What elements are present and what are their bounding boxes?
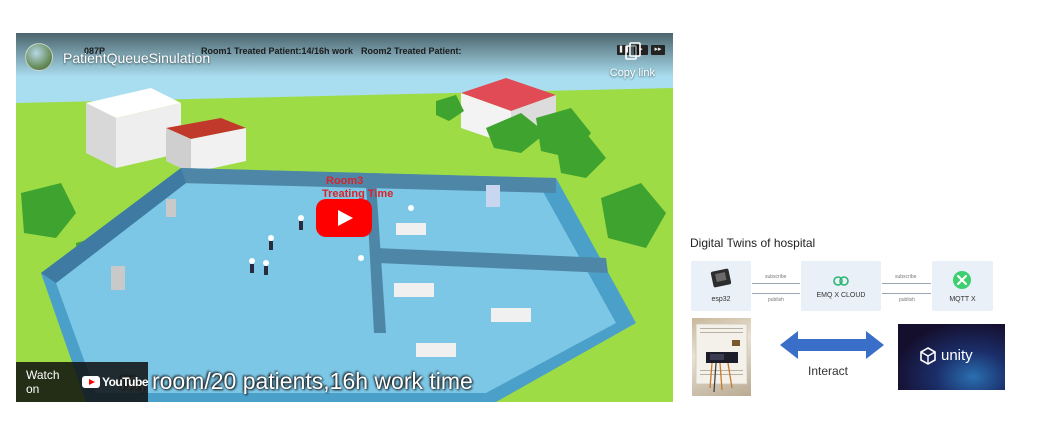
video-caption: m, room/20 patients,16h work time [120,368,473,394]
mqttx-label: MQTT X [949,296,976,303]
subscribe-left-line [752,283,800,284]
scene-room-label: Room3 [326,175,364,187]
youtube-play-icon [81,376,100,388]
play-button[interactable] [316,199,372,237]
esp32-box: esp32 [691,261,751,311]
youtube-video-embed[interactable]: 087P Room1 Treated Patient:14/16h work R… [16,33,673,402]
unity-logo-image: unity [898,324,1005,390]
mqttx-logo-icon [953,271,971,289]
mqttx-box: MQTT X [932,261,993,311]
youtube-label: YouTube [101,375,149,389]
copy-link-icon[interactable] [625,42,641,60]
diagram-title: Digital Twins of hospital [690,236,816,250]
watch-on-label: Watch on [26,368,60,396]
fast-forward-icon: ▸▸ [651,45,665,55]
unity-cube-icon [920,347,936,365]
interact-label: Interact [808,364,849,378]
subscribe-right-label: subscribe [895,274,917,280]
hardware-photo [692,318,751,396]
youtube-logo: YouTube [81,375,149,389]
breadboard-image [695,323,748,393]
emq-logo-icon [833,276,849,286]
watch-on-youtube-button[interactable]: Watch on YouTube [16,362,149,402]
emq-cloud-label: EMQ X CLOUD [816,292,866,299]
video-title[interactable]: PatientQueueSinulation [63,50,210,66]
subscribe-left-label: subscribe [765,274,787,280]
interact-double-arrow-icon [780,331,884,359]
esp32-label: esp32 [711,296,731,303]
emq-cloud-box: EMQ X CLOUD [801,261,881,311]
copy-link-label[interactable]: Copy link [610,67,655,79]
publish-left-label: publish [768,297,784,303]
esp32-chip-icon [710,268,732,288]
publish-right-label: publish [899,297,915,303]
hud-room2-status: Room2 Treated Patient: [361,46,462,56]
publish-left-line [752,293,800,294]
channel-avatar[interactable] [25,43,53,71]
hud-room1-status: Room1 Treated Patient:14/16h work [201,46,354,56]
subscribe-right-line [882,283,931,284]
publish-right-line [882,293,931,294]
unity-label: unity [941,347,973,364]
